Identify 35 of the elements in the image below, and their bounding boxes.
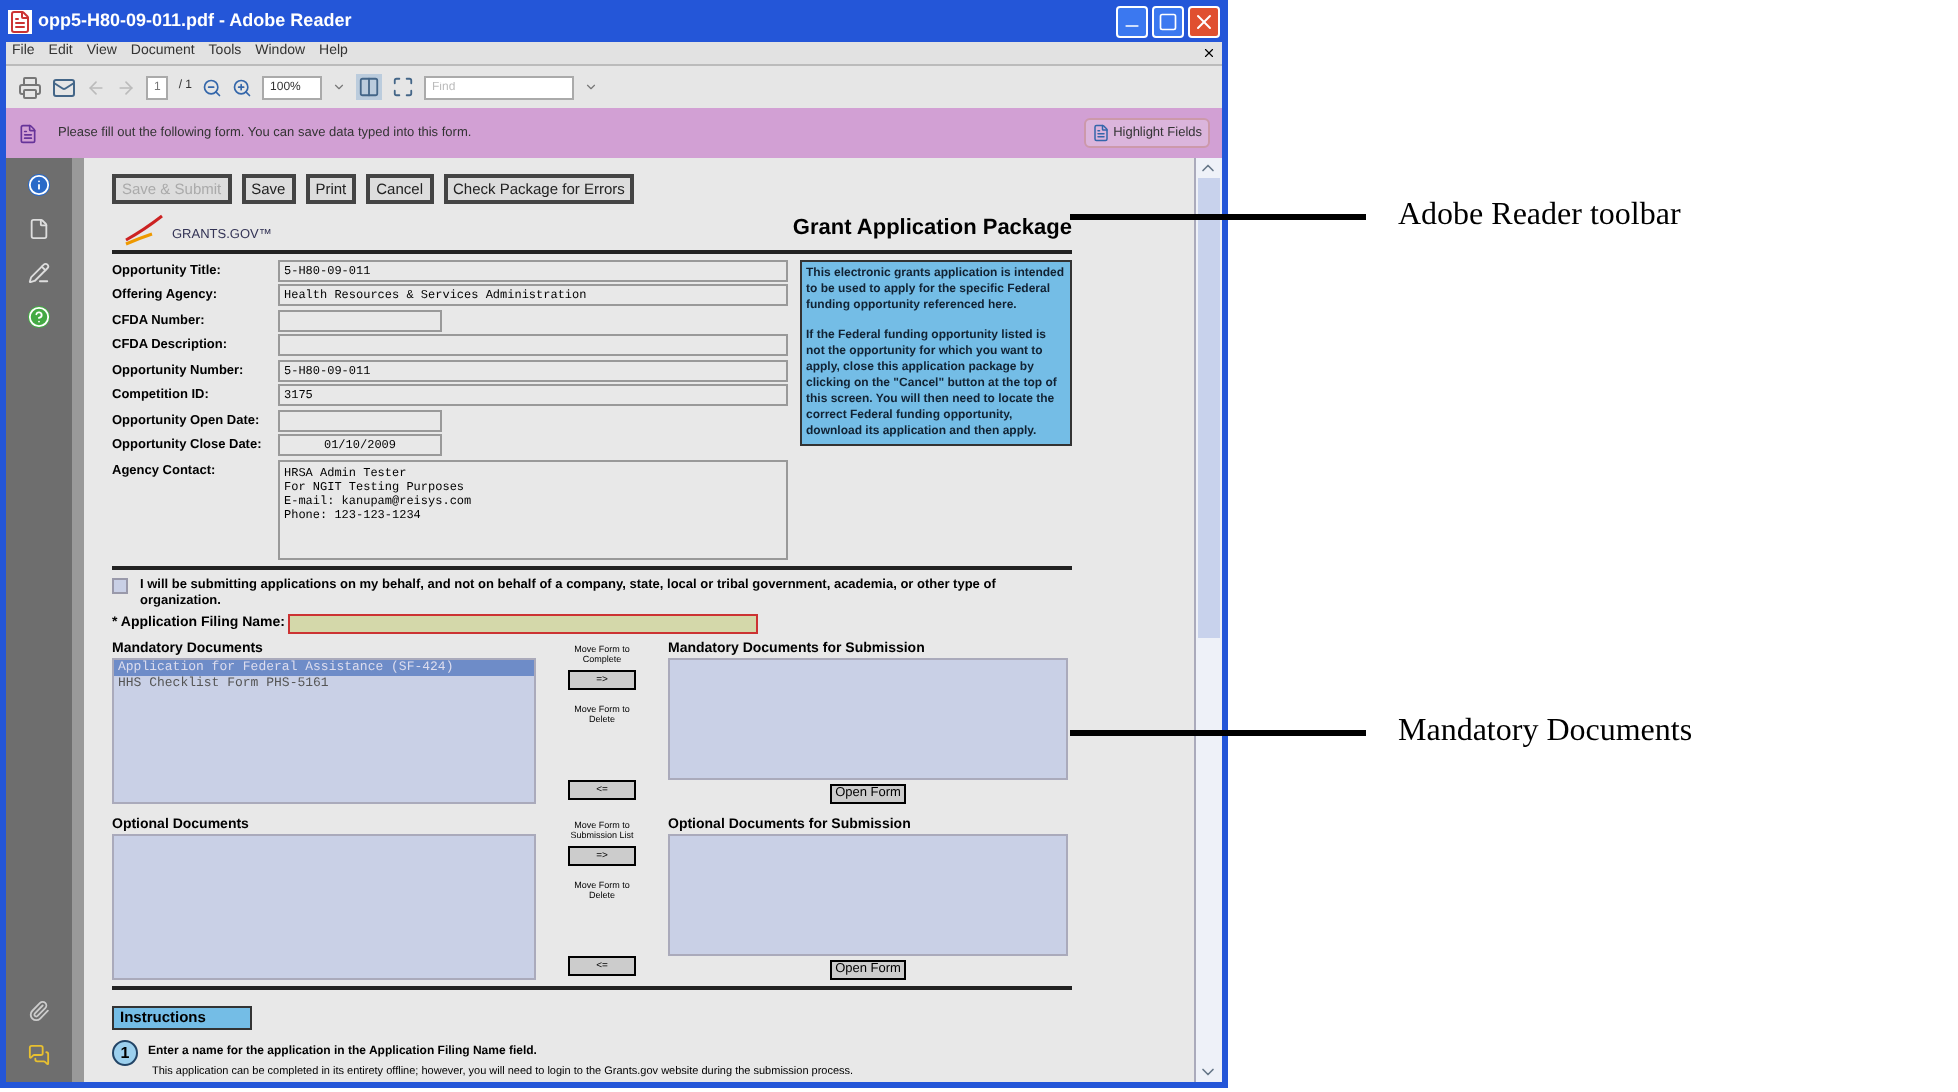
pdf-icon [8, 9, 32, 33]
text-field[interactable] [278, 334, 788, 356]
print-icon[interactable] [18, 75, 42, 99]
paperclip-icon[interactable] [28, 1000, 50, 1022]
fit-page-icon[interactable] [392, 76, 415, 98]
close-icon [1192, 9, 1216, 33]
scrollbar[interactable] [1194, 158, 1222, 1082]
page-icon[interactable] [28, 218, 50, 240]
step-number: 1 [112, 1040, 138, 1066]
behalf-checkbox[interactable] [112, 577, 128, 593]
zoom-out-icon[interactable] [202, 77, 223, 97]
close-button[interactable] [1188, 5, 1220, 37]
minimize-button[interactable] [1116, 5, 1148, 37]
caret-icon[interactable] [332, 80, 347, 94]
form-icon [18, 123, 38, 143]
maximize-button[interactable] [1152, 5, 1184, 37]
callout-label: Adobe Reader toolbar [1398, 196, 1681, 236]
highlight-icon [1091, 124, 1110, 142]
help-icon[interactable] [28, 306, 50, 328]
comments-icon[interactable] [28, 1044, 50, 1066]
filing-name-field[interactable] [288, 613, 759, 634]
text-field[interactable] [278, 309, 442, 331]
pen-icon[interactable] [28, 262, 50, 284]
email-icon[interactable] [52, 75, 76, 99]
text-field[interactable] [278, 409, 442, 431]
swoosh-icon [124, 213, 164, 245]
page-heading: Grant Application Package [792, 214, 1072, 244]
zoom-in-icon[interactable] [232, 77, 253, 97]
caret-icon[interactable] [584, 80, 599, 94]
fit-width-icon[interactable] [356, 74, 383, 100]
info-icon[interactable] [28, 174, 50, 196]
maximize-icon [1158, 11, 1178, 31]
window-title: opp5-H80-09-011.pdf - Adobe Reader [38, 7, 352, 34]
callout-label: Mandatory Documents [1398, 712, 1693, 752]
close-document-icon[interactable] [1202, 46, 1216, 60]
